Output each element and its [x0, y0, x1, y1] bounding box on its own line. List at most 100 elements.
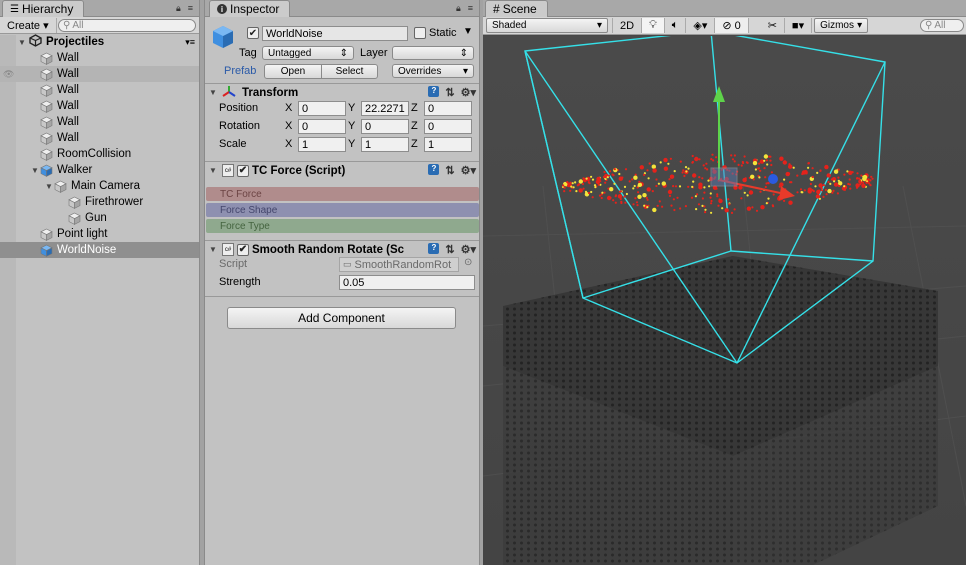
- hidden-objects-toggle[interactable]: ⊘ 0: [715, 18, 749, 33]
- create-button[interactable]: Create ▾: [0, 17, 57, 33]
- hierarchy-item[interactable]: WorldNoise: [0, 242, 199, 258]
- lighting-toggle[interactable]: 💡︎: [642, 18, 665, 33]
- foldout-arrow-icon[interactable]: ▼: [208, 245, 218, 254]
- hierarchy-item-label: Point light: [57, 228, 108, 240]
- hierarchy-item[interactable]: Firethrower: [0, 194, 199, 210]
- scale-y-field[interactable]: 1: [361, 137, 409, 152]
- z-axis-handle-icon: [768, 174, 778, 184]
- prefab-open-button[interactable]: Open: [264, 64, 322, 79]
- position-z-field[interactable]: 0: [424, 101, 472, 116]
- gear-icon[interactable]: ⚙▾: [461, 86, 476, 99]
- hierarchy-item[interactable]: Wall: [0, 82, 199, 98]
- inspector-panel: i Inspector 🔒︎ ≡ ✔ WorldNoise Static ▼ T…: [204, 0, 480, 565]
- rotation-x-axis-label: X: [285, 120, 293, 132]
- tag-dropdown[interactable]: Untagged ⇕: [262, 46, 354, 60]
- speaker-icon: 🔈︎: [671, 19, 679, 31]
- tc-force-section-bar[interactable]: TC Force: [206, 187, 479, 201]
- tab-scene[interactable]: # Scene: [485, 0, 548, 17]
- scene-root-row[interactable]: ▼ Projectiles ▾≡: [0, 34, 199, 50]
- eye-icon[interactable]: 👁︎: [3, 69, 14, 80]
- hierarchy-item[interactable]: Gun: [0, 210, 199, 226]
- preset-sliders-icon[interactable]: ⇅: [445, 86, 454, 99]
- expand-arrow-icon[interactable]: ▼: [17, 38, 27, 47]
- scene-viewport[interactable]: [483, 36, 966, 565]
- script-cs-icon: c#: [222, 164, 234, 177]
- hierarchy-item[interactable]: Wall: [0, 66, 199, 82]
- preset-sliders-icon[interactable]: ⇅: [445, 243, 454, 256]
- rotation-x-field[interactable]: 0: [298, 119, 346, 134]
- layer-dropdown[interactable]: ⇕: [392, 46, 474, 60]
- lock-icon[interactable]: 🔒︎: [456, 3, 461, 14]
- tab-inspector[interactable]: i Inspector: [209, 0, 291, 17]
- position-y-field[interactable]: 22.2271: [361, 101, 409, 116]
- transform-header[interactable]: ▼ Transform ? ⇅ ⚙▾: [205, 83, 479, 101]
- hierarchy-item[interactable]: ▼ Walker: [0, 162, 199, 178]
- smooth-rotate-enabled-checkbox[interactable]: ✔: [237, 243, 249, 256]
- hierarchy-search-input[interactable]: ⚲ All: [58, 19, 196, 32]
- position-x-field[interactable]: 0: [298, 101, 346, 116]
- gear-icon[interactable]: ⚙▾: [461, 164, 476, 177]
- hierarchy-item[interactable]: Wall: [0, 50, 199, 66]
- hierarchy-item[interactable]: Wall: [0, 114, 199, 130]
- rotation-y-field[interactable]: 0: [361, 119, 409, 134]
- overrides-label: Overrides: [398, 65, 442, 77]
- rotation-z-field[interactable]: 0: [424, 119, 472, 134]
- foldout-arrow-icon[interactable]: ▼: [208, 166, 218, 175]
- menu-icon[interactable]: ≡: [468, 3, 473, 14]
- force-type-section-bar[interactable]: Force Type: [206, 219, 479, 233]
- camera-dropdown[interactable]: ■▾: [785, 18, 813, 33]
- add-component-button[interactable]: Add Component: [227, 307, 456, 329]
- preset-sliders-icon[interactable]: ⇅: [445, 164, 454, 177]
- smooth-rotate-header[interactable]: ▼ c# ✔ Smooth Random Rotate (Sc ? ⇅ ⚙▾: [205, 240, 479, 258]
- object-name-field[interactable]: WorldNoise: [262, 26, 408, 41]
- tools-toggle[interactable]: ✂: [761, 18, 785, 33]
- hierarchy-item[interactable]: RoomCollision: [0, 146, 199, 162]
- static-checkbox[interactable]: [414, 27, 426, 39]
- object-picker-icon[interactable]: ⊙: [464, 257, 472, 268]
- expand-arrow-icon[interactable]: ▼: [44, 182, 54, 191]
- scene-search-input[interactable]: ⚲ All: [920, 19, 964, 32]
- layers-icon: ◈▾: [693, 20, 708, 32]
- gameobject-cube-icon: [40, 84, 53, 97]
- lock-icon[interactable]: 🔒︎: [176, 3, 181, 14]
- overrides-dropdown[interactable]: Overrides ▾: [392, 64, 474, 78]
- hidden-count: 0: [734, 19, 741, 32]
- help-book-icon[interactable]: ?: [428, 243, 440, 254]
- gear-icon[interactable]: ⚙▾: [461, 243, 476, 256]
- rotation-y-axis-label: Y: [348, 120, 356, 132]
- hierarchy-item[interactable]: Point light: [0, 226, 199, 242]
- hierarchy-item[interactable]: ▼ Main Camera: [0, 178, 199, 194]
- scale-x-field[interactable]: 1: [298, 137, 346, 152]
- static-dropdown-arrow-icon[interactable]: ▼: [463, 26, 473, 37]
- effects-dropdown[interactable]: ◈▾: [686, 18, 716, 33]
- force-shape-section-bar[interactable]: Force Shape: [206, 203, 479, 217]
- gameobject-cube-icon: [68, 212, 81, 225]
- foldout-arrow-icon[interactable]: ▼: [208, 88, 218, 97]
- shading-mode-dropdown[interactable]: Shaded ▾: [486, 18, 608, 33]
- component-controls: ? ⇅ ⚙▾: [428, 243, 476, 256]
- menu-icon[interactable]: ≡: [188, 3, 193, 14]
- tc-force-enabled-checkbox[interactable]: ✔: [237, 164, 249, 177]
- active-checkbox[interactable]: ✔: [247, 27, 259, 39]
- gizmos-dropdown[interactable]: Gizmos ▾: [814, 18, 869, 33]
- toggle-2d-button[interactable]: 2D: [612, 18, 643, 33]
- hierarchy-tabbar: ☰ Hierarchy 🔒︎ ≡: [0, 0, 199, 17]
- wrench-icon: ✂: [767, 20, 777, 32]
- tab-hierarchy[interactable]: ☰ Hierarchy: [2, 0, 85, 17]
- hierarchy-item-label: Walker: [57, 164, 93, 176]
- scale-z-field[interactable]: 1: [424, 137, 472, 152]
- help-book-icon[interactable]: ?: [428, 164, 440, 175]
- shading-mode-value: Shaded: [492, 20, 527, 31]
- scene-menu-icon[interactable]: ▾≡: [185, 37, 195, 48]
- script-reference-field[interactable]: ▭ SmoothRandomRot: [339, 257, 459, 272]
- expand-arrow-icon[interactable]: ▼: [30, 166, 40, 175]
- static-label: Static: [429, 27, 457, 39]
- strength-field[interactable]: 0.05: [339, 275, 475, 290]
- hierarchy-item[interactable]: Wall: [0, 130, 199, 146]
- help-book-icon[interactable]: ?: [428, 86, 440, 97]
- audio-toggle[interactable]: 🔈︎: [665, 18, 687, 33]
- tc-force-header[interactable]: ▼ c# ✔ TC Force (Script) ? ⇅ ⚙▾: [205, 161, 479, 179]
- hierarchy-item[interactable]: Wall: [0, 98, 199, 114]
- chevron-down-icon: ▾: [462, 65, 468, 77]
- prefab-select-button[interactable]: Select: [321, 64, 378, 79]
